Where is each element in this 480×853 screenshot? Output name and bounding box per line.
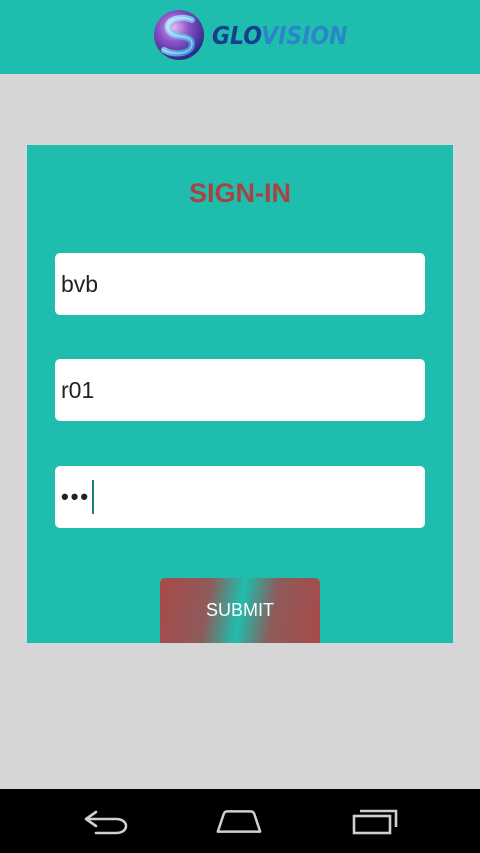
user-id-field[interactable]: r01: [55, 359, 425, 421]
submit-button[interactable]: SUBMIT: [160, 578, 320, 643]
system-navigation-bar: [0, 789, 480, 853]
password-field[interactable]: •••: [55, 466, 425, 528]
text-cursor: [92, 480, 95, 514]
recent-apps-icon[interactable]: [350, 806, 400, 836]
sign-in-card: SIGN-IN bvb r01 ••• SUBMIT: [27, 145, 453, 643]
app-logo: GLOVISION: [152, 7, 366, 63]
logo-wordmark: GLOVISION: [212, 23, 348, 48]
glovision-s-logo-icon: [154, 10, 204, 60]
app-header: GLOVISION: [0, 0, 480, 74]
back-icon[interactable]: [82, 806, 132, 836]
logo-text-vision: VISION: [261, 20, 348, 50]
username-field[interactable]: bvb: [55, 253, 425, 315]
username-value: bvb: [61, 270, 99, 297]
user-id-value: r01: [61, 376, 95, 403]
page-title: SIGN-IN: [188, 178, 291, 208]
logo-text-glo: GLO: [212, 20, 262, 50]
home-icon[interactable]: [214, 806, 264, 836]
password-mask: •••: [61, 484, 91, 509]
